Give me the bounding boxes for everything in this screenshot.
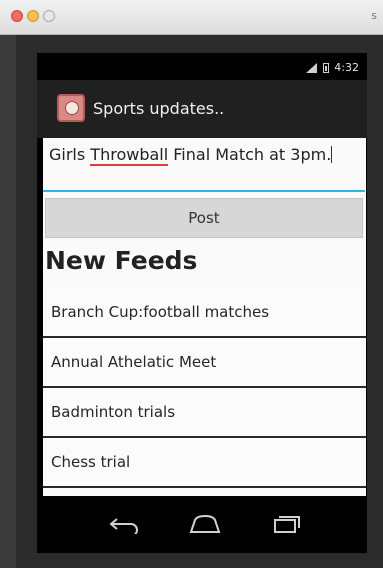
action-bar: Sports updates.. [37, 80, 367, 138]
post-button[interactable]: Post [45, 198, 363, 238]
feeds-heading: New Feeds [45, 246, 198, 275]
list-item-label: Annual Athelatic Meet [51, 353, 217, 371]
titlebar-corner-mark: s [371, 9, 377, 22]
navigation-bar [37, 496, 367, 553]
zoom-window-icon[interactable] [43, 10, 55, 22]
list-item[interactable]: Badminton trials [43, 388, 366, 438]
status-time: 4:32 [334, 61, 359, 74]
app-icon[interactable] [57, 94, 85, 122]
list-item-label: Badminton trials [51, 403, 176, 421]
back-icon[interactable] [107, 514, 143, 534]
battery-icon [323, 62, 330, 73]
emulator-window: s 4:32 Sports updates.. Girls Throwball … [0, 0, 383, 568]
main-content: Girls Throwball Final Match at 3pm. Post… [43, 138, 366, 496]
feed-list: Branch Cup:football matches Annual Athel… [43, 288, 366, 488]
input-text-pre: Girls [49, 145, 91, 164]
text-cursor [331, 146, 333, 163]
list-item[interactable]: Chess trial [43, 438, 366, 488]
app-title: Sports updates.. [93, 99, 225, 118]
close-window-icon[interactable] [11, 10, 23, 22]
input-text-misspelled: Throwball [90, 145, 169, 166]
list-item[interactable]: Annual Athelatic Meet [43, 338, 366, 388]
home-icon[interactable] [185, 514, 225, 534]
update-text-input[interactable]: Girls Throwball Final Match at 3pm. [43, 138, 365, 192]
emulator-left-edge [0, 35, 16, 568]
status-icons: 4:32 [306, 61, 359, 74]
minimize-window-icon[interactable] [27, 10, 39, 22]
input-text-post: Final Match at 3pm. [168, 145, 332, 164]
list-item[interactable]: Branch Cup:football matches [43, 288, 366, 338]
signal-icon [306, 62, 318, 73]
status-bar: 4:32 [37, 53, 367, 80]
list-item-label: Branch Cup:football matches [51, 303, 270, 321]
recent-apps-icon[interactable] [269, 514, 305, 534]
window-titlebar: s [0, 0, 383, 35]
list-item-label: Chess trial [51, 453, 131, 471]
device-screen: 4:32 Sports updates.. Girls Throwball Fi… [37, 53, 367, 553]
